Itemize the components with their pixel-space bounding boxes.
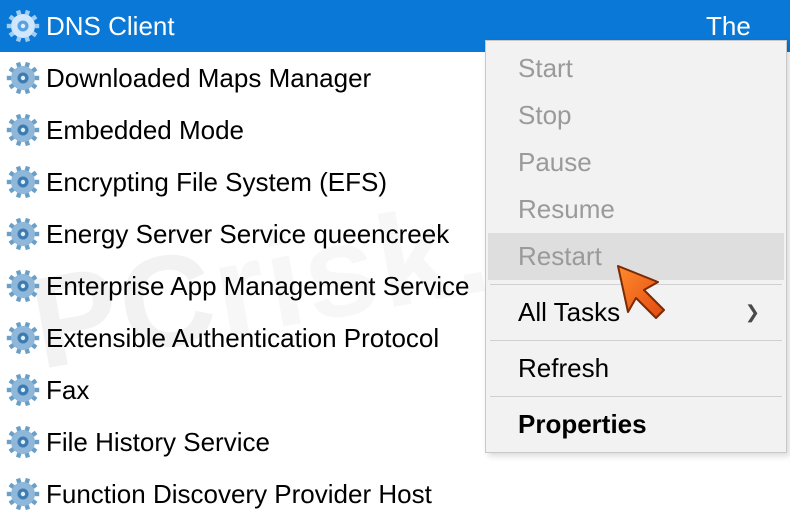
menu-item-stop[interactable]: Stop [488,92,784,139]
menu-item-start[interactable]: Start [488,45,784,92]
gear-icon [6,61,40,95]
gear-icon [6,217,40,251]
service-label: Encrypting File System (EFS) [46,167,387,198]
chevron-right-icon: ❯ [745,302,760,323]
menu-item-restart[interactable]: Restart [488,233,784,280]
service-label: File History Service [46,427,270,458]
context-menu: Start Stop Pause Resume Restart All Task… [485,40,787,453]
gear-icon [6,373,40,407]
menu-separator [490,340,782,341]
gear-icon [6,165,40,199]
service-label: Downloaded Maps Manager [46,63,371,94]
menu-separator [490,284,782,285]
menu-item-properties[interactable]: Properties [488,401,784,448]
service-label: Extensible Authentication Protocol [46,323,439,354]
menu-item-pause[interactable]: Pause [488,139,784,186]
service-row[interactable]: Function Discovery Provider Host [0,468,790,520]
gear-icon [6,269,40,303]
gear-icon [6,477,40,511]
service-label: DNS Client [46,11,175,42]
service-label: Fax [46,375,89,406]
service-label: Function Discovery Provider Host [46,479,432,510]
gear-icon [6,9,40,43]
gear-icon [6,321,40,355]
menu-item-refresh[interactable]: Refresh [488,345,784,392]
service-label: Energy Server Service queencreek [46,219,449,250]
menu-item-resume[interactable]: Resume [488,186,784,233]
gear-icon [6,113,40,147]
service-label: Enterprise App Management Service [46,271,469,302]
menu-separator [490,396,782,397]
gear-icon [6,425,40,459]
menu-item-all-tasks[interactable]: All Tasks ❯ [488,289,784,336]
service-label: Embedded Mode [46,115,244,146]
